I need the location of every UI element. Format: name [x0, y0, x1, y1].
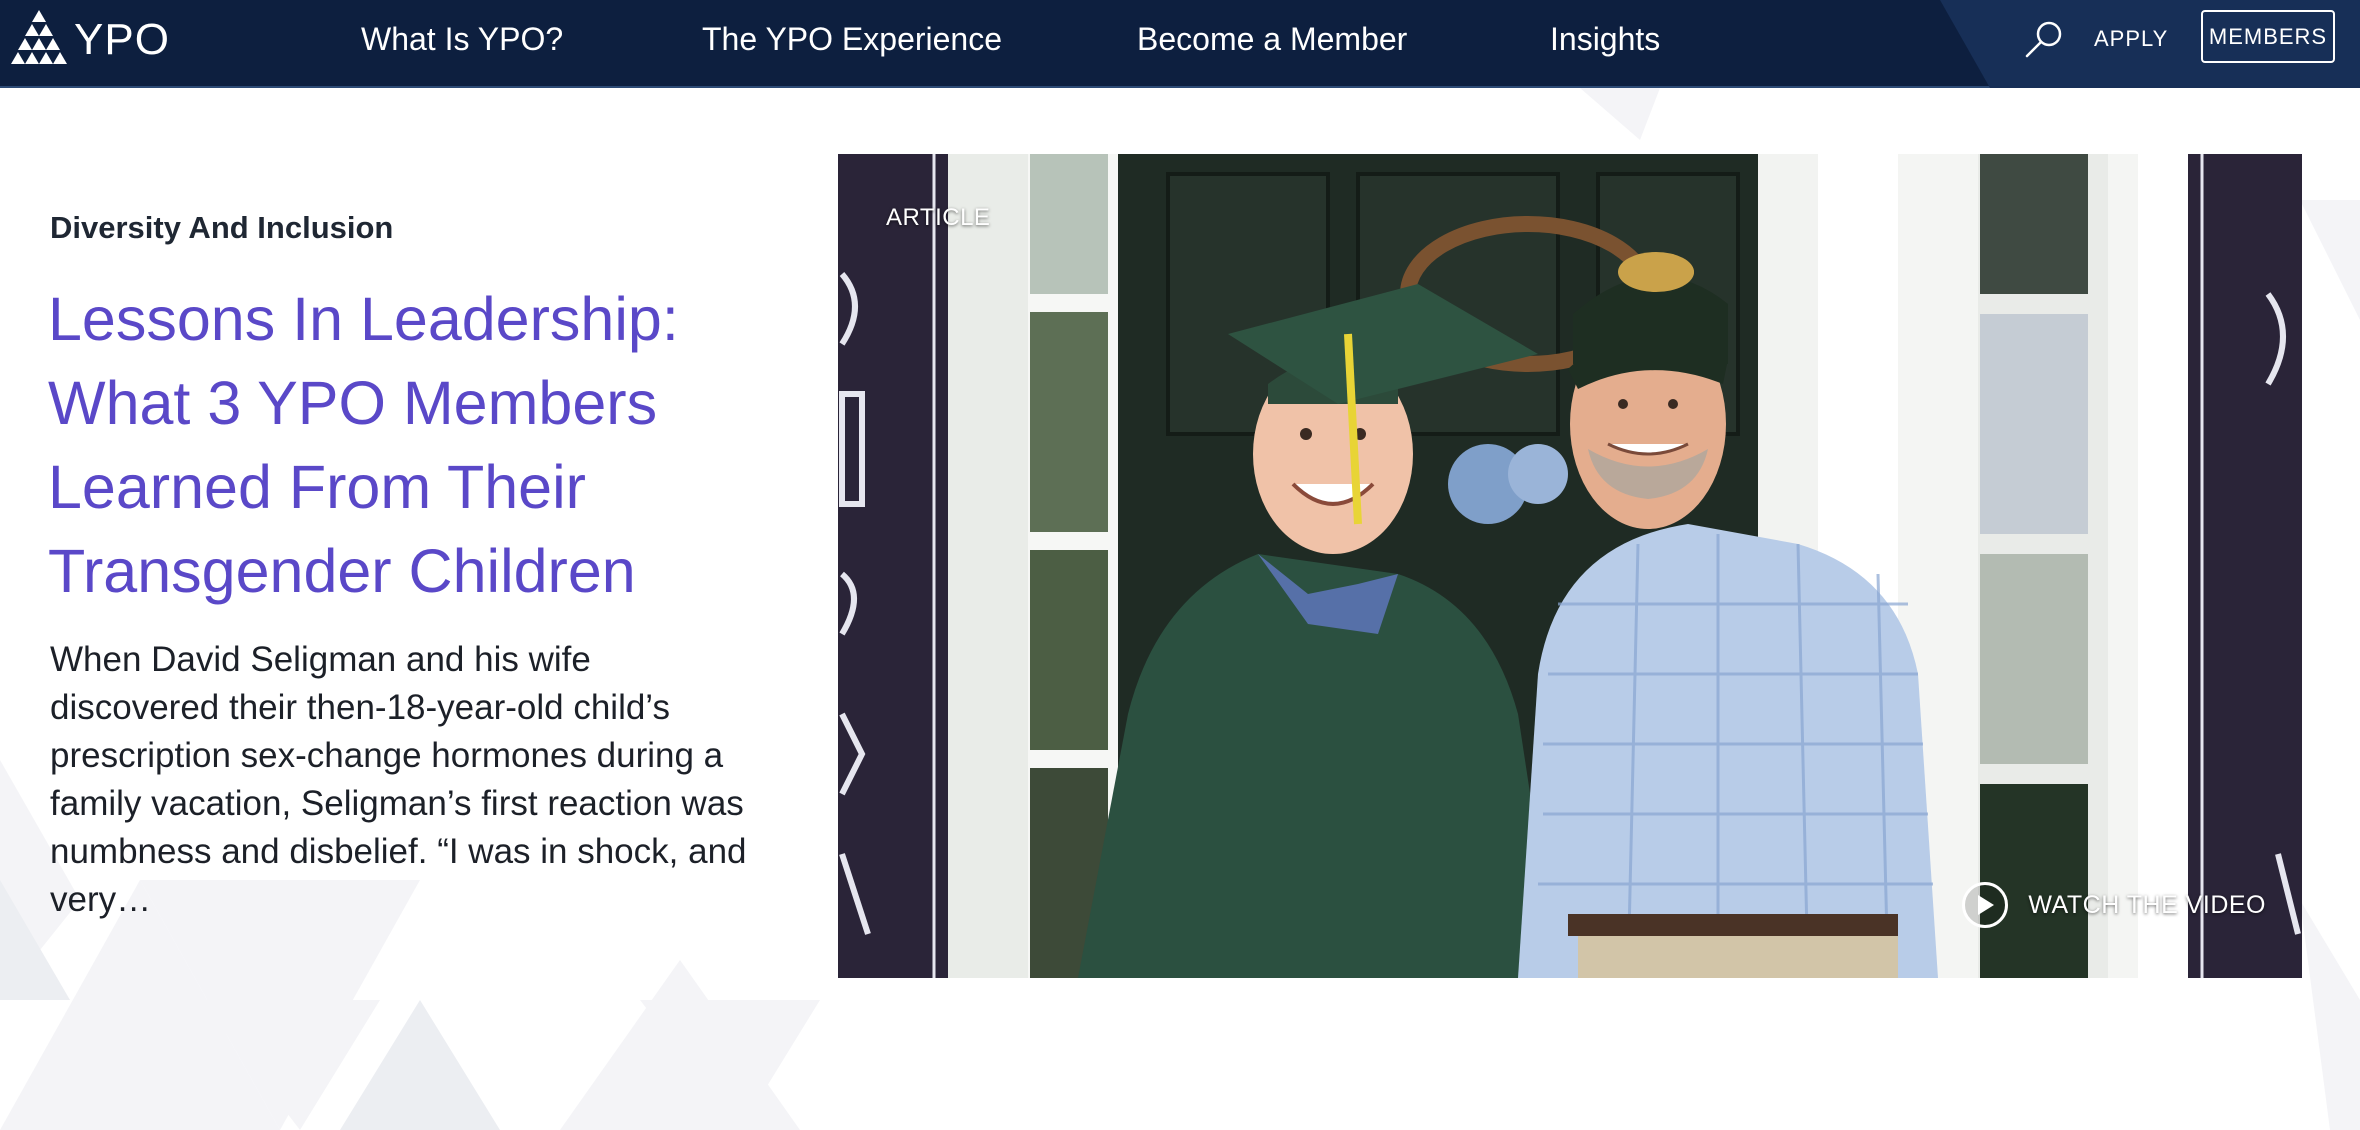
- ypo-logo[interactable]: YPO: [8, 8, 170, 70]
- article-title[interactable]: Lessons In Leadership: What 3 YPO Member…: [48, 277, 768, 613]
- article-category[interactable]: Diversity And Inclusion: [50, 210, 393, 246]
- watch-video-button[interactable]: WATCH THE VIDEO: [1962, 882, 2266, 928]
- media-type-label: ARTICLE: [886, 204, 991, 231]
- ypo-triangle-logo-icon: [11, 10, 67, 64]
- article-excerpt: When David Seligman and his wife discove…: [50, 640, 747, 919]
- nav-item-ypo-experience[interactable]: The YPO Experience: [702, 0, 1002, 78]
- graduation-photo-illustration: [838, 154, 2302, 978]
- search-button[interactable]: [2022, 18, 2066, 62]
- top-navigation-bar: YPO What Is YPO? The YPO Experience Beco…: [0, 0, 2360, 88]
- nav-item-become-member[interactable]: Become a Member: [1137, 0, 1407, 78]
- apply-link[interactable]: APPLY: [2094, 0, 2168, 78]
- nav-item-insights[interactable]: Insights: [1550, 0, 1660, 78]
- watch-video-label: WATCH THE VIDEO: [2028, 890, 2266, 919]
- nav-item-what-is-ypo[interactable]: What Is YPO?: [361, 0, 563, 78]
- members-button[interactable]: MEMBERS: [2201, 10, 2335, 63]
- brand-name: YPO: [74, 15, 170, 64]
- article-featured-photo[interactable]: ARTICLE WATCH THE VIDEO: [838, 154, 2302, 978]
- play-icon: [1962, 882, 2009, 928]
- search-icon: [2025, 21, 2062, 58]
